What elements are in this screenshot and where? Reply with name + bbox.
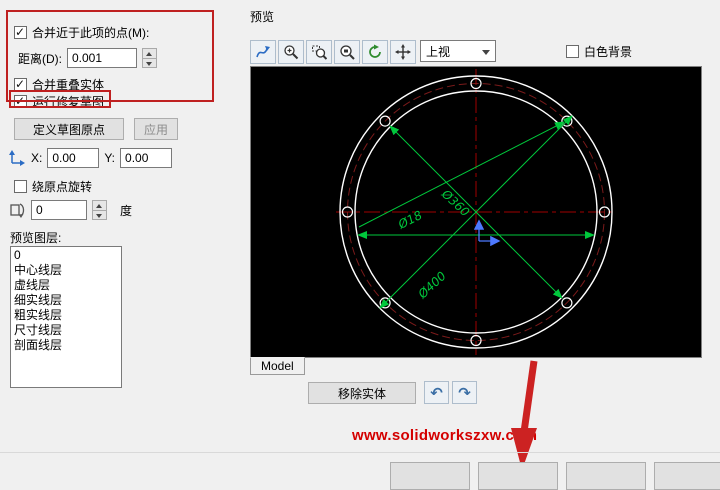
chevron-down-icon	[482, 50, 490, 55]
distance-input[interactable]	[67, 48, 137, 68]
tab-model-label: Model	[261, 359, 294, 373]
angle-input[interactable]	[31, 200, 87, 220]
bottom-button[interactable]	[654, 462, 720, 490]
origin-xy-icon	[9, 150, 25, 166]
apply-button[interactable]: 应用	[134, 118, 178, 140]
angle-row: 度	[8, 200, 132, 220]
pan-icon	[395, 44, 411, 60]
spinner-up-icon[interactable]	[92, 200, 107, 211]
bottom-divider	[0, 452, 720, 453]
white-background-label: 白色背景	[584, 45, 633, 59]
list-item[interactable]: 虚线层	[11, 278, 121, 293]
list-item[interactable]: 0	[11, 248, 121, 263]
merge-points-label: 合并近于此项的点(M):	[32, 26, 150, 40]
undo-button[interactable]: ↶	[424, 381, 449, 404]
spinner-down-icon[interactable]	[92, 210, 107, 220]
define-origin-button[interactable]: 定义草图原点	[14, 118, 124, 140]
preview-canvas[interactable]: Ø18 Ø360 Ø400	[250, 66, 702, 358]
remove-entities-label: 移除实体	[337, 386, 386, 401]
merge-overlap-checkbox[interactable]	[14, 77, 27, 91]
view-orientation-select[interactable]: 上视	[420, 40, 496, 62]
rotate-icon	[10, 203, 25, 218]
dim-label-d18: Ø18	[395, 208, 425, 232]
remove-entities-button[interactable]: 移除实体	[308, 382, 416, 404]
spinner-up-icon[interactable]	[142, 48, 157, 59]
zoom-window-icon	[312, 45, 327, 60]
rotate-origin-checkbox[interactable]	[14, 180, 27, 193]
repair-sketch-label: 运行修复草图	[32, 95, 105, 109]
zoom-in-icon	[284, 45, 299, 60]
rotate-origin-row: 绕原点旋转	[14, 178, 92, 195]
refresh-icon	[369, 44, 381, 58]
zoom-in-button[interactable]	[278, 40, 304, 64]
zoom-window-button[interactable]	[306, 40, 332, 64]
cad-drawing: Ø18 Ø360 Ø400	[336, 69, 616, 355]
measure-button[interactable]	[250, 40, 276, 64]
redo-icon: ↷	[458, 384, 471, 402]
undo-icon: ↶	[430, 384, 443, 402]
bottom-button[interactable]	[390, 462, 470, 490]
distance-spinner[interactable]	[142, 48, 157, 68]
distance-label: 距离(D):	[18, 51, 62, 66]
white-background-row: 白色背景	[566, 43, 632, 60]
redo-button[interactable]: ↷	[452, 381, 477, 404]
dim-label-d400: Ø400	[415, 269, 449, 302]
origin-xy-row: X: Y:	[8, 148, 173, 168]
y-label: Y:	[104, 151, 116, 165]
x-label: X:	[31, 151, 43, 165]
white-background-checkbox[interactable]	[566, 45, 579, 58]
repair-sketch-checkbox[interactable]	[14, 94, 27, 108]
list-item[interactable]: 细实线层	[11, 293, 121, 308]
list-item[interactable]: 中心线层	[11, 263, 121, 278]
define-origin-label: 定义草图原点	[32, 122, 105, 137]
dxf-import-dialog: { "left_panel": { "merge_points": { "lab…	[0, 0, 720, 490]
list-item[interactable]: 尺寸线层	[11, 323, 121, 338]
measure-icon	[256, 46, 270, 58]
merge-points-row: 合并近于此项的点(M):	[14, 24, 149, 41]
list-item[interactable]: 粗实线层	[11, 308, 121, 323]
annotation-arrow-icon	[511, 360, 538, 470]
bottom-button[interactable]	[478, 462, 558, 490]
rotate-origin-label: 绕原点旋转	[32, 180, 93, 194]
zoom-selection-button[interactable]	[334, 40, 360, 64]
list-item[interactable]: 剖面线层	[11, 338, 121, 353]
dimension-labels: Ø18 Ø360 Ø400	[395, 186, 472, 302]
view-orientation-value: 上视	[426, 44, 451, 59]
y-input[interactable]	[120, 148, 173, 168]
zoom-selection-icon	[340, 45, 355, 60]
merge-points-checkbox[interactable]	[14, 25, 27, 39]
refresh-button[interactable]	[362, 40, 388, 64]
repair-sketch-row: 运行修复草图	[14, 93, 104, 110]
layers-label: 预览图层:	[10, 231, 62, 245]
merge-overlap-label: 合并重叠实体	[32, 78, 105, 92]
spinner-down-icon[interactable]	[142, 58, 157, 68]
distance-row: 距离(D):	[18, 48, 157, 68]
angle-unit-label: 度	[120, 203, 133, 218]
x-input[interactable]	[47, 148, 100, 168]
tab-model[interactable]: Model	[250, 357, 305, 375]
preview-title: 预览	[250, 10, 275, 24]
apply-label: 应用	[143, 122, 168, 137]
bottom-button[interactable]	[566, 462, 646, 490]
angle-spinner[interactable]	[92, 200, 107, 220]
layers-listbox[interactable]: 0 中心线层 虚线层 细实线层 粗实线层 尺寸线层 剖面线层	[10, 246, 122, 388]
merge-overlap-row: 合并重叠实体	[14, 76, 104, 93]
pan-button[interactable]	[390, 40, 416, 64]
